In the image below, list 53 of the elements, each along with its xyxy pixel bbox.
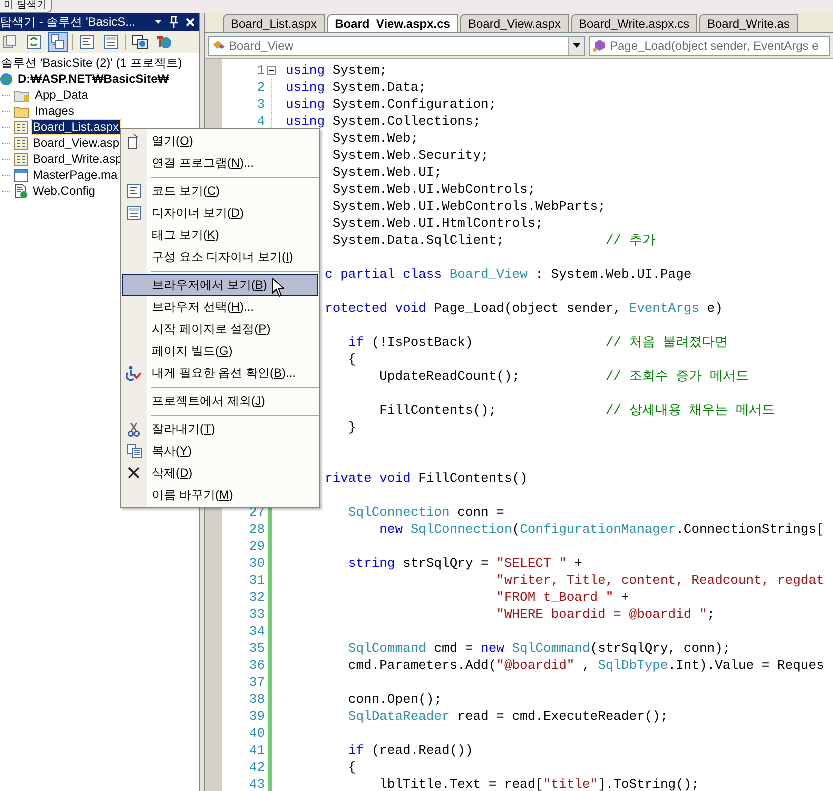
code-line: System.Web.UI.HtmlControls; [332, 215, 544, 232]
code-line: } [348, 419, 356, 436]
line-number: 3 [257, 96, 265, 114]
line-number: 1 [257, 62, 265, 80]
code-line: UpdateReadCount(); // 조회수 증가 메서드 [380, 368, 749, 385]
code-line: SqlDataReader read = cmd.ExecuteReader(); [348, 708, 668, 725]
line-number: 29 [249, 538, 265, 556]
code-line: SqlCommand cmd = new SqlCommand(strSqlQry, conn); [348, 640, 731, 657]
line-number: 37 [249, 674, 265, 692]
line-number: 42 [249, 758, 265, 777]
code-line: using System.Collections; [286, 113, 482, 130]
line-number: 34 [249, 622, 265, 641]
code-line: c partial class Board_View : System.Web.UI.Page [325, 266, 692, 283]
line-number: 35 [249, 640, 265, 658]
code-line: using System.Configuration; [286, 96, 497, 113]
code-line: System.Data.SqlClient; // 추가 [332, 232, 656, 249]
code-line: using System; [286, 62, 388, 79]
code-line: FillContents(); // 상세내용 채우는 메서드 [380, 402, 775, 419]
line-number: 36 [249, 656, 265, 675]
panel-title: 탐색기 - 솔루션 'BasicS... [0, 14, 137, 31]
code-line: "FROM t_Board " + [496, 589, 630, 606]
code-line: { [348, 759, 356, 776]
code-line: System.Web; [332, 130, 419, 147]
code-line: rivate void FillContents() [325, 470, 528, 487]
line-number: 39 [249, 708, 265, 726]
code-line: using System.Data; [286, 79, 426, 96]
code-line: { [348, 351, 356, 368]
code-line: rotected void Page_Load(object sender, EventArgs e) [325, 300, 723, 317]
line-number: 43 [249, 776, 265, 791]
code-line: if (!IsPostBack) // 처음 불려졌다면 [348, 334, 728, 351]
code-line: "writer, Title, content, Readcount, regdat [496, 572, 824, 589]
line-number: 32 [249, 588, 265, 607]
line-number: 33 [249, 606, 265, 624]
line-number: 30 [249, 554, 265, 573]
code-line: System.Web.Security; [332, 147, 489, 164]
code-line: if (read.Read()) [348, 742, 474, 759]
line-number: 2 [257, 78, 265, 97]
line-number: 38 [249, 690, 265, 709]
code-line: conn.Open(); [348, 691, 442, 708]
code-line: System.Web.UI.WebControls; [332, 181, 536, 198]
line-number: 40 [249, 724, 265, 743]
code-line: "WHERE boardid = @boardid "; [496, 606, 716, 623]
line-number: 28 [249, 520, 265, 539]
code-line: string strSqlQry = "SELECT " + [348, 555, 582, 572]
line-number: 31 [249, 572, 265, 590]
line-number: 4 [257, 112, 265, 131]
line-number: 41 [249, 742, 265, 760]
code-line: new SqlConnection(ConfigurationManager.ConnectionStrings[ [380, 521, 824, 538]
code-line: cmd.Parameters.Add("@boardid" , SqlDbType.Int).Value = Reques [348, 657, 824, 674]
code-line: lblTitle.Text = read["title"].ToString(); [380, 776, 700, 791]
code-line: System.Web.UI; [332, 164, 442, 181]
code-line: SqlConnection conn = [348, 504, 504, 521]
code-line: System.Web.UI.WebControls.WebParts; [332, 198, 606, 215]
